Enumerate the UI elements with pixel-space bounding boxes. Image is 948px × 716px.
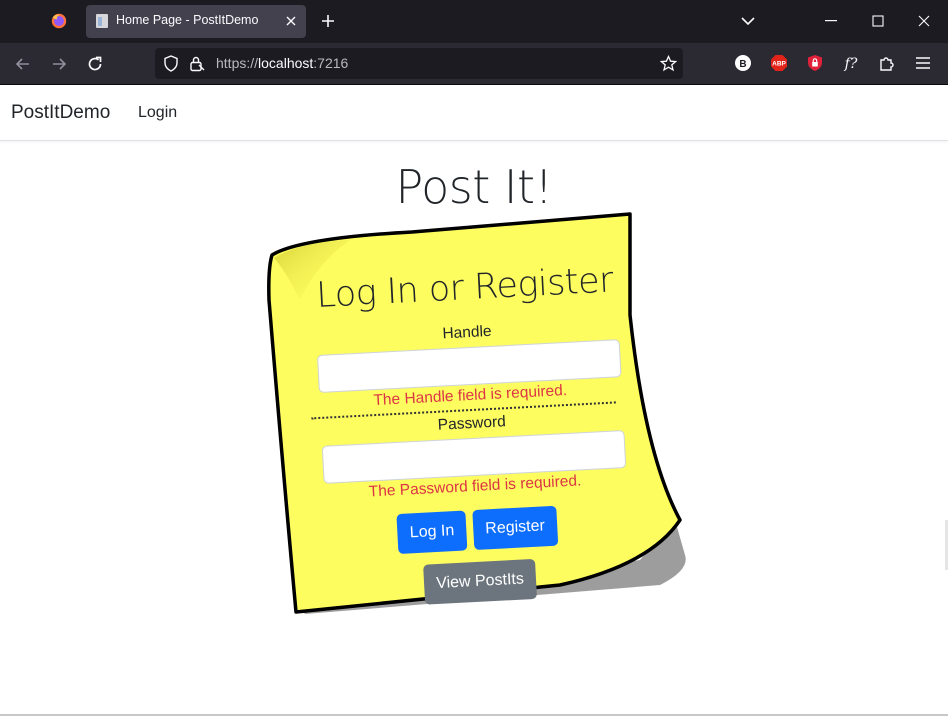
login-button[interactable]: Log In <box>396 510 468 554</box>
page-favicon-icon <box>96 14 108 28</box>
nav-login-link[interactable]: Login <box>138 104 177 122</box>
register-button[interactable]: Register <box>472 505 558 551</box>
list-all-tabs-chevron-icon[interactable] <box>740 15 756 27</box>
brand-link[interactable]: PostItDemo <box>11 102 110 124</box>
window-close-icon[interactable] <box>918 15 930 27</box>
b-extension-icon[interactable]: B <box>734 54 752 72</box>
svg-text:f?: f? <box>844 56 858 72</box>
tracking-protection-shield-icon[interactable] <box>163 55 179 72</box>
back-arrow-icon[interactable] <box>14 55 32 73</box>
new-tab-plus-icon[interactable] <box>320 13 336 29</box>
login-register-form: Log In or Register Handle The Handle fie… <box>304 260 641 610</box>
browser-toolbar: https://localhost:7216 B ABP f? <box>0 43 948 85</box>
hamburger-menu-icon[interactable] <box>914 54 932 72</box>
close-tab-icon[interactable] <box>284 14 298 28</box>
view-postits-button[interactable]: View PostIts <box>423 558 537 605</box>
url-text: https://localhost:7216 <box>216 55 349 71</box>
browser-tab-strip: Home Page - PostItDemo <box>0 0 948 43</box>
svg-text:ABP: ABP <box>772 61 786 68</box>
site-navbar: PostItDemo Login <box>0 85 948 141</box>
forward-arrow-icon[interactable] <box>50 55 68 73</box>
reload-icon[interactable] <box>86 55 104 73</box>
privacy-shield-icon[interactable] <box>806 54 824 72</box>
svg-text:B: B <box>739 59 746 70</box>
site-lock-icon[interactable] <box>189 55 205 72</box>
tab-title: Home Page - PostItDemo <box>116 13 259 27</box>
firefox-logo-icon[interactable] <box>50 12 68 30</box>
window-maximize-icon[interactable] <box>872 15 884 27</box>
extensions-puzzle-icon[interactable] <box>878 54 896 72</box>
adblock-plus-icon[interactable]: ABP <box>770 54 788 72</box>
window-minimize-icon[interactable] <box>825 20 837 22</box>
page-title: Post It! <box>395 160 553 214</box>
browser-tab-active[interactable]: Home Page - PostItDemo <box>86 5 306 38</box>
formula-icon[interactable]: f? <box>842 54 860 72</box>
url-bar[interactable]: https://localhost:7216 <box>155 48 683 79</box>
bookmark-star-icon[interactable] <box>660 55 677 72</box>
auth-button-row: Log In Register <box>317 502 639 559</box>
